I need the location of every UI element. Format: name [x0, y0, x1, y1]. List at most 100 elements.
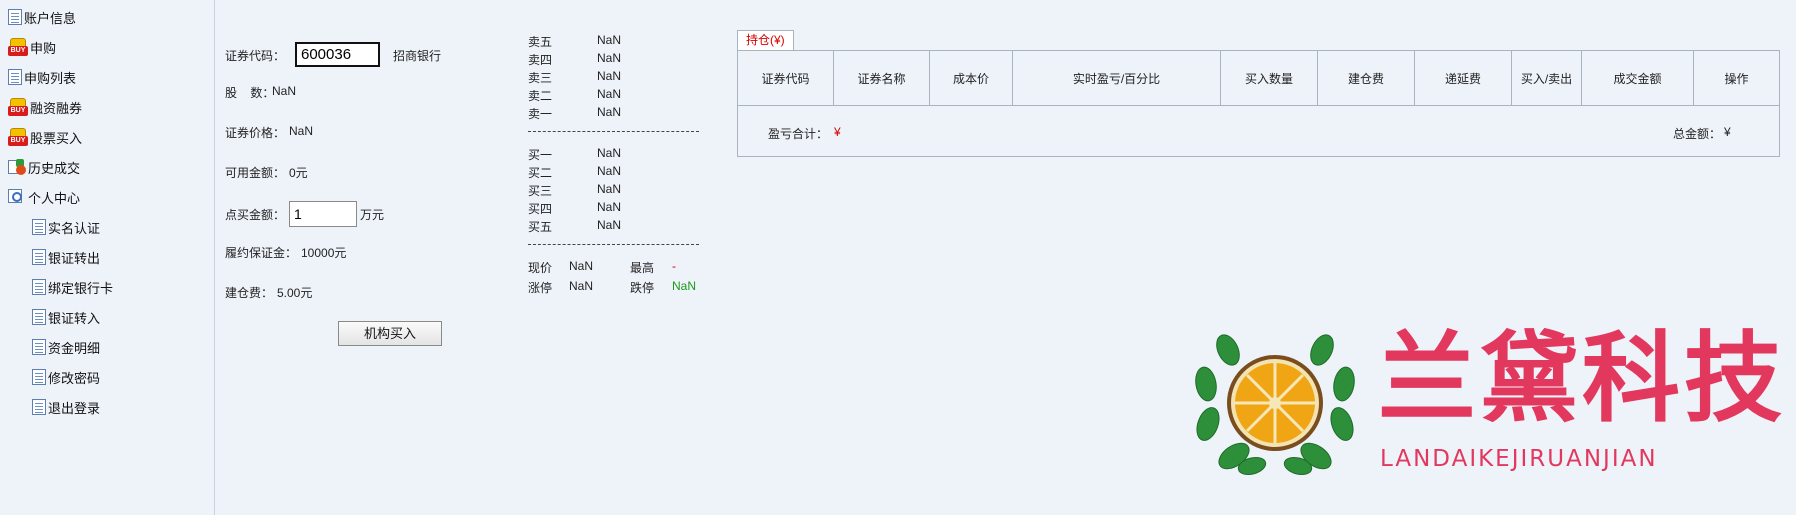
buy4-value: NaN — [597, 200, 622, 214]
buy2-label: 买二 — [528, 166, 553, 180]
amount-unit: 万元 — [360, 208, 385, 222]
sidebar-subitem-label: 银证转出 — [48, 250, 101, 266]
shares-label: 股 数： — [225, 86, 275, 100]
column-header: 成交金额 — [1582, 51, 1694, 105]
buy-amount-input[interactable] — [289, 201, 357, 227]
logo-name-en: LANDAIKEJIRUANJIAN — [1380, 446, 1658, 472]
column-header: 买入数量 — [1221, 51, 1318, 105]
lemon-logo-icon — [1195, 334, 1355, 476]
holdings-table: 证券代码 证券名称 成本价 实时盈亏/百分比 买入数量 建仓费 递延费 买入/卖… — [737, 50, 1780, 157]
sidebar-subitem-logout[interactable]: 退出登录 — [32, 396, 100, 418]
document-icon — [8, 9, 22, 25]
sell4-label: 卖四 — [528, 53, 553, 67]
pl-total-label: 盈亏合计： — [768, 127, 829, 141]
sidebar-subitem-realname[interactable]: 实名认证 — [32, 216, 100, 238]
institution-buy-button[interactable]: 机构买入 — [338, 321, 442, 346]
buy5-value: NaN — [597, 218, 622, 232]
fee-value: 5.00元 — [277, 286, 313, 300]
document-icon — [32, 369, 46, 385]
column-header: 操作 — [1724, 71, 1749, 86]
sidebar-item-label: 融资融券 — [30, 100, 83, 116]
total-amount-label: 总金额： — [1673, 127, 1722, 141]
sidebar-subitem-transfer-in[interactable]: 银证转入 — [32, 306, 100, 328]
sell2-label: 卖二 — [528, 89, 553, 103]
sell5-value: NaN — [597, 33, 622, 47]
sell3-label: 卖三 — [528, 71, 553, 85]
sidebar-item-label: 股票买入 — [30, 130, 83, 146]
limit-down-label: 跌停 — [630, 281, 655, 295]
document-icon — [32, 249, 46, 265]
document-icon — [32, 339, 46, 355]
sidebar-subitem-transfer-out[interactable]: 银证转出 — [32, 246, 100, 268]
sidebar-subitem-fund-details[interactable]: 资金明细 — [32, 336, 100, 358]
column-header: 成本价 — [930, 51, 1013, 105]
buy-icon: BUY — [8, 128, 28, 146]
sidebar-item-label: 账户信息 — [24, 10, 77, 26]
total-amount-value: ¥ — [1724, 125, 1731, 139]
available-value: 0元 — [289, 166, 308, 180]
code-label: 证券代码： — [225, 49, 286, 63]
buy3-value: NaN — [597, 182, 622, 196]
buy4-label: 买四 — [528, 202, 553, 216]
column-header: 买入/卖出 — [1512, 51, 1582, 105]
sidebar-item-label: 申购列表 — [24, 70, 77, 86]
limit-up-label: 涨停 — [528, 281, 553, 295]
pl-total-value: ¥ — [834, 125, 841, 139]
current-price-value: NaN — [569, 259, 594, 273]
sidebar-item-subscribe-list[interactable]: 申购列表 — [8, 66, 76, 88]
sidebar-subitem-label: 银证转入 — [48, 310, 101, 326]
buy1-label: 买一 — [528, 148, 553, 162]
sidebar-item-label: 历史成交 — [28, 160, 81, 176]
document-icon — [8, 69, 22, 85]
sidebar-item-subscribe[interactable]: BUY 申购 — [8, 36, 56, 58]
divider — [528, 244, 699, 245]
column-header: 实时盈亏/百分比 — [1013, 51, 1221, 105]
sidebar-subitem-bind-card[interactable]: 绑定银行卡 — [32, 276, 113, 298]
sidebar-item-stock-buy[interactable]: BUY 股票买入 — [8, 126, 82, 148]
document-icon — [32, 399, 46, 415]
buy-icon: BUY — [8, 98, 28, 116]
sidebar-subitem-label: 实名认证 — [48, 220, 101, 236]
sidebar-item-personal-center[interactable]: 个人中心 — [8, 186, 80, 208]
document-icon — [32, 219, 46, 235]
buy2-value: NaN — [597, 164, 622, 178]
available-label: 可用金额： — [225, 166, 286, 180]
document-icon — [32, 309, 46, 325]
sell1-label: 卖一 — [528, 107, 553, 121]
sidebar-nav: 账户信息 BUY 申购 申购列表 BUY 融资融券 BUY 股票买入 历史成交 … — [0, 0, 215, 515]
buy5-label: 买五 — [528, 220, 553, 234]
sell4-value: NaN — [597, 51, 622, 65]
column-header: 证券名称 — [834, 51, 930, 105]
sell1-value: NaN — [597, 105, 622, 119]
history-icon — [8, 159, 26, 175]
logo-name-cn: 兰黛科技 — [1378, 321, 1787, 436]
sidebar-item-margin-trading[interactable]: BUY 融资融券 — [8, 96, 82, 118]
buy-icon: BUY — [8, 38, 28, 56]
table-header: 证券代码 证券名称 成本价 实时盈亏/百分比 买入数量 建仓费 递延费 买入/卖… — [738, 51, 1779, 106]
amount-label: 点买金额： — [225, 208, 286, 222]
tab-holdings[interactable]: 持仓(¥) — [737, 30, 794, 50]
stock-code-input[interactable] — [295, 42, 380, 67]
sidebar-item-label: 个人中心 — [28, 190, 81, 206]
sidebar-subitem-change-password[interactable]: 修改密码 — [32, 366, 100, 388]
current-price-label: 现价 — [528, 261, 553, 275]
sidebar-item-label: 申购 — [30, 40, 57, 56]
buy1-value: NaN — [597, 146, 622, 160]
document-icon — [32, 279, 46, 295]
price-label: 证券价格： — [225, 126, 286, 140]
divider — [528, 131, 699, 132]
limit-down-value: NaN — [672, 279, 697, 293]
sidebar-item-account-info[interactable]: 账户信息 — [8, 6, 76, 28]
high-label: 最高 — [630, 261, 655, 275]
fee-label: 建仓费： — [225, 286, 274, 300]
sidebar-item-history[interactable]: 历史成交 — [8, 156, 80, 178]
sell5-label: 卖五 — [528, 35, 553, 49]
sidebar-subitem-label: 修改密码 — [48, 370, 101, 386]
column-header: 递延费 — [1415, 51, 1512, 105]
column-header: 证券代码 — [738, 51, 834, 105]
sidebar-subitem-label: 资金明细 — [48, 340, 101, 356]
sell2-value: NaN — [597, 87, 622, 101]
margin-label: 履约保证金： — [225, 246, 298, 260]
sell3-value: NaN — [597, 69, 622, 83]
column-header: 建仓费 — [1318, 51, 1415, 105]
